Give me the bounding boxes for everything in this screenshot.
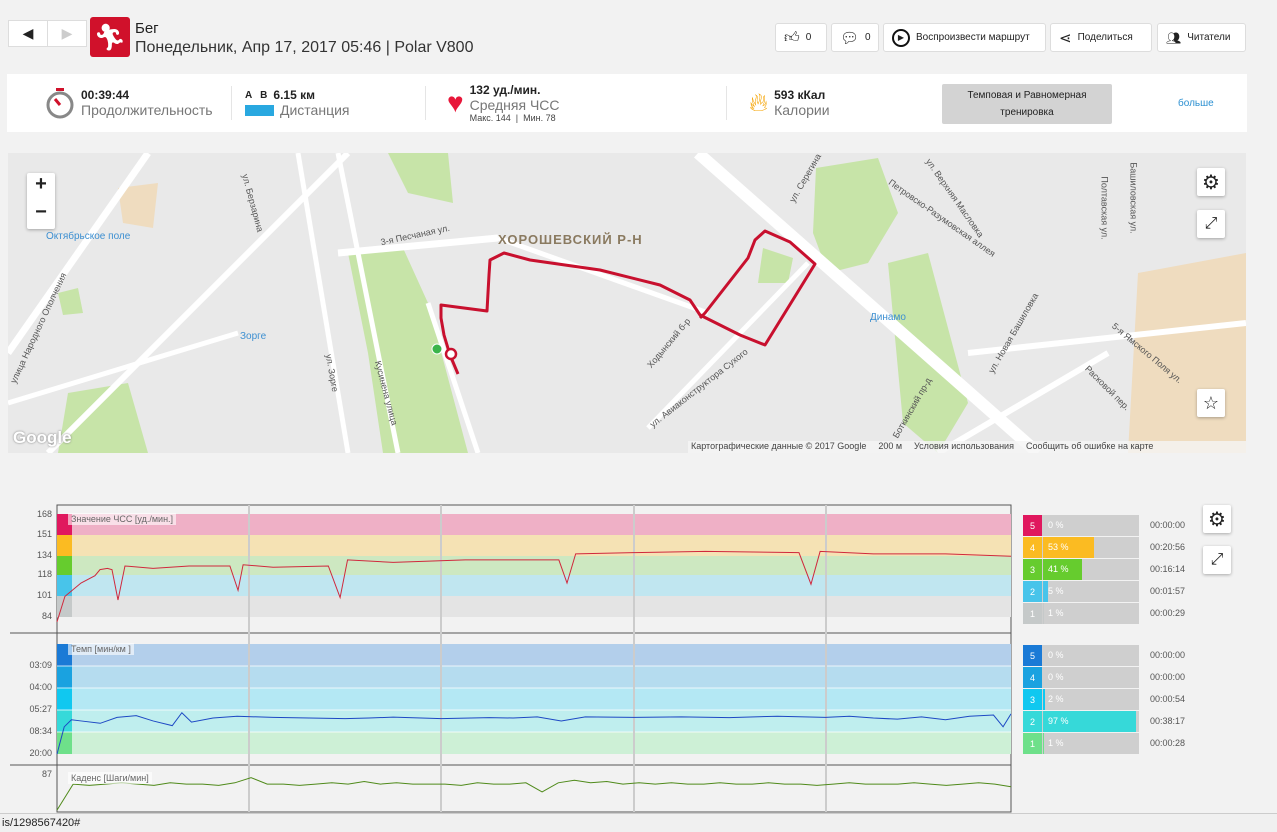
zone-percent: 0 % [1048, 650, 1064, 660]
hr-zone-strip [57, 535, 72, 556]
hr-zone-band [57, 596, 1011, 617]
zone-number: 5 [1023, 515, 1042, 536]
readers-button[interactable]: 👥︎ Читатели [1157, 23, 1246, 52]
star-icon: ☆ [1202, 392, 1220, 413]
pace-tick-label: 04:00 [29, 682, 52, 692]
pace-zone-row[interactable]: 3 2 % [1023, 689, 1139, 710]
zone-number: 2 [1023, 711, 1042, 732]
pace-zone-row[interactable]: 5 0 % [1023, 645, 1139, 666]
hr-zone-strip [57, 556, 72, 575]
zone-percent: 41 % [1048, 564, 1069, 574]
hr-zone-row[interactable]: 1 1 % [1023, 603, 1139, 624]
pace-zone-strip [57, 688, 72, 710]
share-icon: ⋖ [1059, 29, 1072, 47]
pace-zone-strip [57, 732, 72, 754]
pace-zone-time: 00:00:54 [1150, 694, 1186, 704]
hr-chart-title: Значение ЧСС [уд./мин.] [68, 513, 177, 525]
expand-icon: ⤢ [1210, 551, 1224, 568]
hr-zone-band [57, 575, 1011, 596]
expand-icon: ⤢ [1204, 215, 1218, 232]
pace-zone-row[interactable]: 4 0 % [1023, 667, 1139, 688]
zone-bar [1043, 689, 1045, 710]
map-settings-button[interactable]: ⚙ [1197, 168, 1225, 196]
hr-tick-label: 101 [36, 590, 52, 600]
zone-percent: 0 % [1048, 520, 1064, 530]
pace-zone-band [57, 732, 1011, 754]
zone-number: 3 [1023, 559, 1042, 580]
zone-percent: 97 % [1048, 716, 1069, 726]
zone-percent: 0 % [1048, 672, 1064, 682]
zone-percent: 53 % [1048, 542, 1069, 552]
pace-zone-time: 00:00:28 [1150, 738, 1186, 748]
pace-tick-label: 20:00 [29, 748, 52, 758]
share-button[interactable]: ⋖ Поделиться [1050, 23, 1152, 52]
pace-tick-label: 03:09 [29, 660, 52, 670]
cadence-chart-title: Каденс [Шаги/мин] [68, 772, 152, 784]
zone-number: 4 [1023, 537, 1042, 558]
charts-svg[interactable] [0, 0, 1020, 832]
zone-number: 1 [1023, 733, 1042, 754]
zone-bar [1043, 603, 1044, 624]
gear-icon: ⚙ [1208, 508, 1226, 531]
hr-tick-label: 118 [37, 569, 52, 579]
share-label: Поделиться [1077, 32, 1133, 43]
hr-zone-time: 00:00:00 [1150, 520, 1186, 530]
map-fullscreen-button[interactable]: ⤢ [1197, 210, 1225, 238]
zone-number: 2 [1023, 581, 1042, 602]
street-label: Полтавская ул. [1099, 176, 1110, 240]
hr-tick-label: 134 [36, 550, 52, 560]
pace-zone-time: 00:38:17 [1150, 716, 1186, 726]
pace-zone-row[interactable]: 1 1 % [1023, 733, 1139, 754]
zone-percent: 1 % [1048, 608, 1064, 618]
pace-zone-band [57, 688, 1011, 710]
hr-zone-row[interactable]: 4 53 % [1023, 537, 1139, 558]
pace-tick-label: 08:34 [29, 726, 52, 736]
hr-zone-row[interactable]: 3 41 % [1023, 559, 1139, 580]
pace-tick-label: 05:27 [29, 704, 52, 714]
hr-zone-band [57, 535, 1011, 556]
zone-percent: 1 % [1048, 738, 1064, 748]
pace-zone-band [57, 710, 1011, 732]
zone-percent: 2 % [1048, 694, 1064, 704]
pace-zone-time: 00:00:00 [1150, 650, 1186, 660]
status-bar-url: is/1298567420# [0, 813, 1277, 832]
people-icon: 👥︎ [1166, 30, 1182, 45]
hr-zone-time: 00:01:57 [1150, 586, 1186, 596]
gear-icon: ⚙ [1202, 171, 1220, 194]
readers-label: Читатели [1187, 32, 1231, 43]
hr-tick-label: 168 [36, 509, 52, 519]
hr-zone-time: 00:00:29 [1150, 608, 1186, 618]
pace-chart-title: Темп [мин/км ] [68, 643, 134, 655]
pace-zone-band [57, 666, 1011, 688]
pace-zone-band [57, 644, 1011, 666]
zone-number: 5 [1023, 645, 1042, 666]
zone-number: 3 [1023, 689, 1042, 710]
chart-fullscreen-button[interactable]: ⤢ [1203, 546, 1231, 574]
pace-zone-strip [57, 666, 72, 688]
hr-zone-band [57, 514, 1011, 535]
map-report-link[interactable]: Сообщить об ошибке на карте [1026, 441, 1153, 453]
hr-tick-label: 151 [36, 529, 52, 539]
zone-number: 1 [1023, 603, 1042, 624]
map-favorite-button[interactable]: ☆ [1197, 389, 1225, 417]
hr-zone-time: 00:16:14 [1150, 564, 1186, 574]
zone-bar [1043, 733, 1044, 754]
pace-zone-time: 00:00:00 [1150, 672, 1186, 682]
hr-zone-row[interactable]: 5 0 % [1023, 515, 1139, 536]
chart-settings-button[interactable]: ⚙ [1203, 505, 1231, 533]
hr-zone-row[interactable]: 2 5 % [1023, 581, 1139, 602]
zone-percent: 5 % [1048, 586, 1064, 596]
more-link[interactable]: больше [1178, 98, 1214, 109]
hr-zone-time: 00:20:56 [1150, 542, 1186, 552]
street-label: Башиловская ул. [1128, 162, 1139, 234]
pace-zone-row[interactable]: 2 97 % [1023, 711, 1139, 732]
cadence-tick-label: 87 [41, 769, 52, 779]
zone-number: 4 [1023, 667, 1042, 688]
hr-tick-label: 84 [41, 611, 52, 621]
